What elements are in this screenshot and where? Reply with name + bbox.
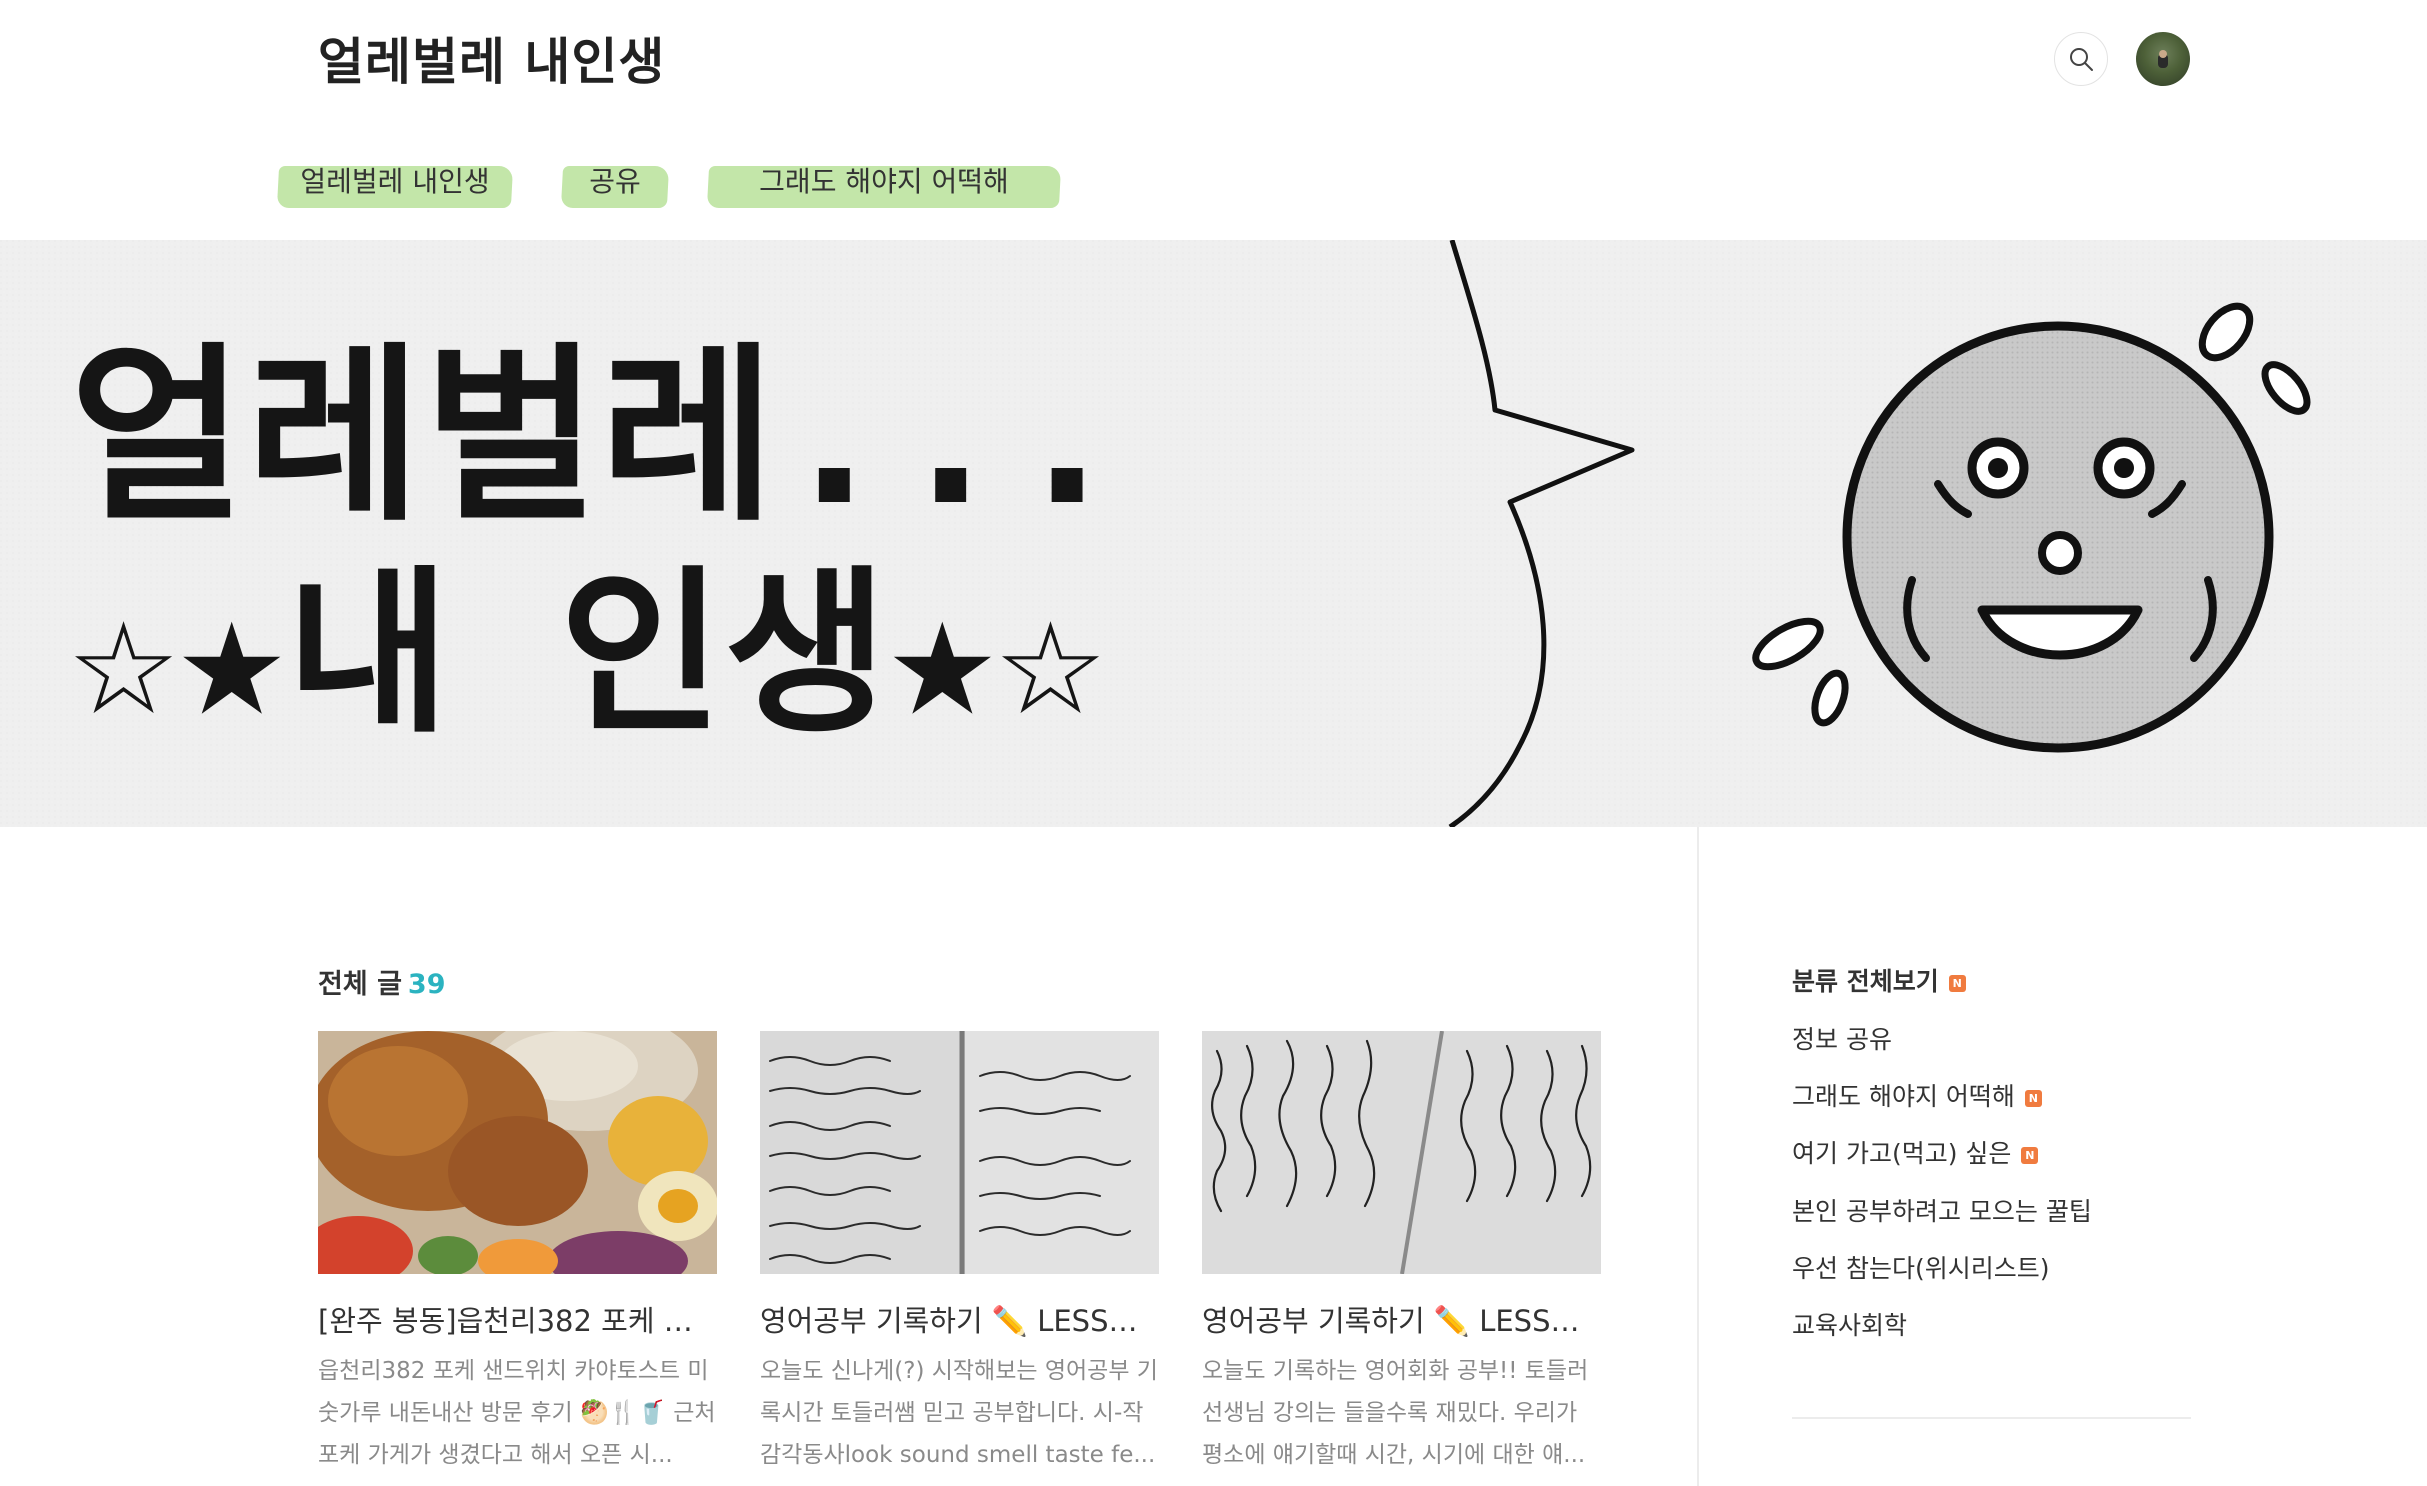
category-label: 정보 공유	[1792, 1025, 1892, 1054]
banner-illustration: 얼레벌레... ☆★내 인생★☆	[0, 240, 2427, 827]
post-thumbnail-food[interactable]	[318, 1031, 717, 1274]
notebook-photo-image	[1202, 1031, 1601, 1274]
food-photo-image	[318, 1031, 717, 1274]
avatar[interactable]	[2136, 32, 2190, 86]
category-label: 그래도 해야지 어떡해	[1792, 1082, 2015, 1111]
category-want-to-go[interactable]: 여기 가고(먹고) 싶은 N	[1792, 1134, 2039, 1170]
post-title[interactable]: [완주 봉동]읍천리382 포케 샌드위치	[318, 1298, 717, 1340]
post-count: 39	[407, 969, 446, 1000]
sidebar-divider	[1697, 827, 1699, 1486]
post-title[interactable]: 영어공부 기록하기 ✏️ LESSON 3	[760, 1298, 1159, 1340]
post-thumbnail-notebook[interactable]	[760, 1031, 1159, 1274]
avatar-figure-head	[2159, 50, 2167, 58]
all-posts-heading: 전체 글 39	[318, 962, 446, 1001]
category-label: 여기 가고(먹고) 싶은	[1792, 1139, 2012, 1168]
post-title[interactable]: 영어공부 기록하기 ✏️ LESSON 2	[1202, 1298, 1601, 1340]
category-must-do[interactable]: 그래도 해야지 어떡해 N	[1792, 1077, 2042, 1113]
search-icon	[2070, 48, 2093, 71]
category-label: 우선 참는다(위시리스트)	[1792, 1254, 2050, 1283]
sidebar-section-divider	[1792, 1417, 2191, 1419]
post-thumbnail-notebook[interactable]	[1202, 1031, 1601, 1274]
category-wishlist[interactable]: 우선 참는다(위시리스트)	[1792, 1249, 2049, 1285]
post-card[interactable]: [완주 봉동]읍천리382 포케 샌드위치 읍천리382 포케 샌드위치 카야토…	[318, 1031, 717, 1476]
post-excerpt: 오늘도 기록하는 영어회화 공부!! 토들러 선생님 강의는 들을수록 재밌다.…	[1202, 1358, 1589, 1468]
category-label: 교육사회학	[1792, 1311, 1908, 1340]
blog-title[interactable]: 얼레벌레 내인생	[318, 22, 665, 94]
banner-line-2: ☆★내 인생★☆	[70, 550, 1105, 757]
category-all[interactable]: 분류 전체보기 N	[1792, 962, 1966, 998]
all-posts-label: 전체 글	[318, 969, 402, 1000]
post-excerpt: 읍천리382 포케 샌드위치 카야토스트 미숫가루 내돈내산 방문 후기 🥙🍴🥤…	[318, 1358, 716, 1468]
banner-line-1: 얼레벌레...	[70, 326, 1126, 547]
post-card[interactable]: 영어공부 기록하기 ✏️ LESSON 2 오늘도 기록하는 영어회화 공부!!…	[1202, 1031, 1601, 1476]
post-card[interactable]: 영어공부 기록하기 ✏️ LESSON 3 오늘도 신나게(?) 시작해보는 영…	[760, 1031, 1159, 1476]
category-study-tips[interactable]: 본인 공부하려고 모으는 꿀팁	[1792, 1192, 2092, 1228]
nav-item-must-do[interactable]: 그래도 해야지 어떡해	[706, 160, 1062, 208]
hero-banner: 얼레벌레... ☆★내 인생★☆	[0, 240, 2427, 827]
search-button[interactable]	[2054, 32, 2108, 86]
new-badge: N	[2021, 1146, 2039, 1164]
category-edu-sociology[interactable]: 교육사회학	[1792, 1306, 1907, 1342]
nav-item-home[interactable]: 얼레벌레 내인생	[276, 160, 514, 208]
nav-item-label: 공유	[589, 165, 641, 198]
category-info-share[interactable]: 정보 공유	[1792, 1020, 1892, 1056]
notebook-photo-image	[760, 1031, 1159, 1274]
nav-item-label: 얼레벌레 내인생	[300, 165, 490, 198]
nav-item-share[interactable]: 공유	[560, 160, 670, 208]
new-badge: N	[1948, 974, 1966, 992]
blog-header: 얼레벌레 내인생 얼레벌레 내인생 공유 그래도 해야지 어떡해	[0, 0, 2427, 240]
post-excerpt: 오늘도 신나게(?) 시작해보는 영어공부 기록시간 토들러쌤 믿고 공부합니다…	[760, 1358, 1158, 1468]
category-label: 분류 전체보기	[1792, 967, 1939, 996]
category-label: 본인 공부하려고 모으는 꿀팁	[1792, 1197, 2092, 1226]
new-badge: N	[2024, 1089, 2042, 1107]
nav-item-label: 그래도 해야지 어떡해	[759, 165, 1009, 198]
